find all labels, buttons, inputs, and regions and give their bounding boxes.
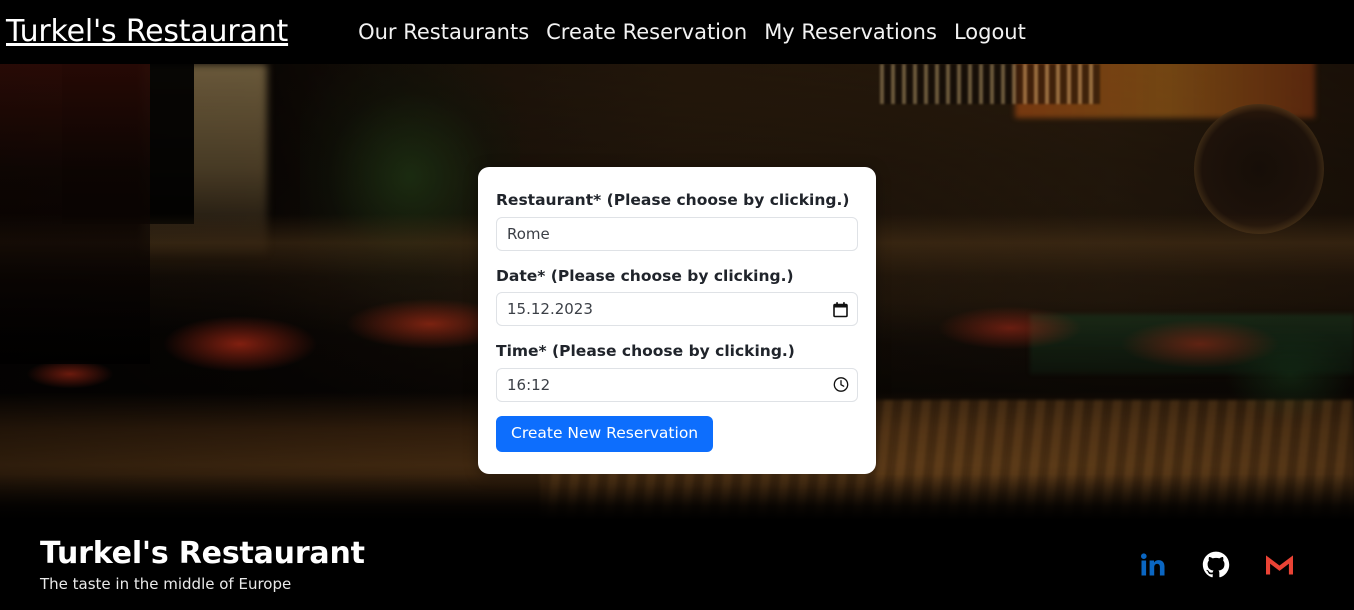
time-field-group: Time* (Please choose by clicking.) <box>496 342 858 402</box>
github-icon[interactable] <box>1201 550 1231 580</box>
restaurant-input-wrap <box>496 216 858 251</box>
top-navbar: Turkel's Restaurant Our Restaurants Crea… <box>0 0 1354 64</box>
reservation-form-card: Restaurant* (Please choose by clicking.)… <box>478 167 876 474</box>
page-footer: Turkel's Restaurant The taste in the mid… <box>0 520 1354 610</box>
nav-link-logout[interactable]: Logout <box>954 21 1026 43</box>
footer-subtitle: The taste in the middle of Europe <box>40 574 292 593</box>
nav-link-my-reservations[interactable]: My Reservations <box>764 21 937 43</box>
nav-link-create-reservation[interactable]: Create Reservation <box>546 21 747 43</box>
time-label: Time* (Please choose by clicking.) <box>496 342 795 361</box>
calendar-icon[interactable] <box>832 301 849 318</box>
create-new-reservation-button[interactable]: Create New Reservation <box>496 415 714 452</box>
date-label: Date* (Please choose by clicking.) <box>496 266 794 285</box>
restaurant-field-group: Restaurant* (Please choose by clicking.) <box>496 191 858 251</box>
date-input-wrap <box>496 292 858 327</box>
restaurant-input[interactable] <box>496 216 858 251</box>
time-input-wrap <box>496 367 858 402</box>
navbar-brand[interactable]: Turkel's Restaurant <box>6 17 288 47</box>
page-root: Turkel's Restaurant Our Restaurants Crea… <box>0 0 1354 610</box>
footer-social-links <box>1138 550 1294 580</box>
footer-title: Turkel's Restaurant <box>40 536 365 571</box>
date-input[interactable] <box>496 292 858 327</box>
time-input[interactable] <box>496 367 858 402</box>
footer-brand-block: Turkel's Restaurant The taste in the mid… <box>40 538 365 592</box>
nav-link-our-restaurants[interactable]: Our Restaurants <box>358 21 529 43</box>
restaurant-label: Restaurant* (Please choose by clicking.) <box>496 191 850 209</box>
navbar-links: Our Restaurants Create Reservation My Re… <box>358 21 1026 43</box>
clock-icon[interactable] <box>832 376 849 393</box>
gmail-icon[interactable] <box>1264 550 1294 580</box>
linkedin-icon[interactable] <box>1138 550 1168 580</box>
date-field-group: Date* (Please choose by clicking.) <box>496 267 858 327</box>
